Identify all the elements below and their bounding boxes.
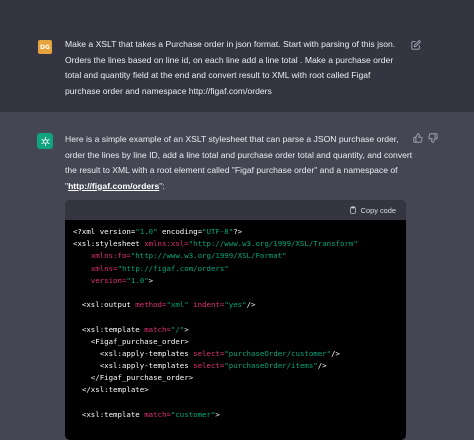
code-token: <Figaf_purchase_order> (73, 336, 189, 346)
copy-code-label: Copy code (360, 205, 396, 215)
code-token: encoding= (157, 227, 203, 236)
code-token: "1.0" (135, 227, 158, 236)
code-token: indent= (193, 300, 225, 310)
assistant-message-text: Here is a simple example of an XSLT styl… (65, 132, 415, 194)
code-line: <xsl:stylesheet xmlns:xsl="http://www.w3… (73, 238, 406, 250)
clipboard-icon (349, 206, 356, 214)
code-token: xmlns:fo= (90, 251, 131, 261)
assistant-intro-suffix: ": (159, 180, 165, 191)
code-line: <xsl:apply-templates select="purchaseOrd… (73, 360, 406, 372)
code-token: > (215, 409, 220, 419)
code-token: "http://www.w3.org/1999/XSL/Format" (130, 251, 287, 261)
code-token: match= (144, 409, 171, 419)
code-token: "xml" (166, 300, 189, 310)
code-token: "yes" (224, 300, 247, 310)
code-line: <xsl:template match="customer"> (73, 409, 406, 421)
user-avatar: DG (38, 40, 52, 54)
code-line: <xsl:template match="/"> (73, 324, 406, 336)
code-token: "1.0" (126, 275, 149, 285)
code-token: </Figaf_purchase_order> (73, 373, 194, 383)
code-token: <xsl:template (73, 409, 145, 419)
code-token: /> (331, 348, 340, 358)
code-token: <xsl:stylesheet (73, 239, 145, 249)
code-token: /> (246, 300, 256, 310)
code-token: method= (135, 300, 167, 310)
code-line: xmlns:fo="http://www.w3.org/1999/XSL/For… (73, 250, 406, 262)
code-token: select= (193, 348, 225, 358)
code-token: "UTF-8" (202, 227, 234, 236)
thumbs-up-icon[interactable] (413, 133, 423, 143)
code-token: "/" (170, 324, 185, 334)
code-line: <Figaf_purchase_order> (73, 336, 406, 348)
code-token: </xsl:template> (73, 385, 149, 395)
thumbs-down-icon[interactable] (428, 133, 438, 143)
code-token: match= (144, 324, 171, 334)
assistant-avatar (37, 133, 53, 149)
code-token: > (184, 324, 189, 334)
code-line: </Figaf_purchase_order> (73, 372, 406, 384)
code-content: <?xml version="1.0" encoding="UTF-8"?> <x… (65, 220, 406, 421)
code-token: "customer" (170, 409, 216, 419)
code-token: "http://figaf.com/orders" (117, 263, 229, 273)
code-line: <?xml version="1.0" encoding="UTF-8"?> (73, 226, 406, 238)
code-token: xmlns= (90, 263, 118, 273)
code-block-header: Copy code (65, 200, 406, 220)
code-token: "http://www.w3.org/1999/XSL/Transform" (188, 239, 358, 249)
code-token: version= (90, 275, 127, 285)
user-message-row: DG Make a XSLT that takes a Purchase ord… (0, 0, 474, 113)
assistant-message-row: Here is a simple example of an XSLT styl… (0, 112, 474, 440)
code-line: <xsl:apply-templates select="purchaseOrd… (73, 348, 406, 360)
code-token: "purchaseOrder/customer" (224, 348, 332, 358)
code-line: version="1.0"> (73, 275, 406, 287)
code-block: Copy code <?xml version="1.0" encoding="… (65, 200, 406, 440)
code-token: <xsl:apply-templates (73, 348, 194, 358)
code-line: <xsl:output method="xml" indent="yes"/> (73, 299, 406, 311)
code-token: > (148, 275, 154, 285)
code-token: <xsl:apply-templates (73, 361, 194, 371)
code-token: <?xml version= (73, 227, 136, 236)
user-message-text: Make a XSLT that takes a Purchase order … (65, 39, 396, 96)
code-token: select= (193, 361, 225, 371)
edit-icon[interactable] (411, 40, 421, 50)
code-line: </xsl:template> (73, 384, 406, 396)
figaf-orders-link[interactable]: http://figaf.com/orders (68, 181, 159, 191)
code-token: ?> (233, 227, 243, 236)
openai-logo-icon (40, 136, 50, 146)
code-line: xmlns="http://figaf.com/orders" (73, 263, 406, 275)
code-token: /> (317, 361, 327, 371)
code-token: <xsl:output (73, 300, 136, 310)
code-token: xmlns:xsl= (144, 239, 189, 249)
code-token: "purchaseOrder/items" (224, 361, 318, 371)
copy-code-button[interactable]: Copy code (349, 206, 396, 215)
code-token: <xsl:template (73, 324, 145, 334)
